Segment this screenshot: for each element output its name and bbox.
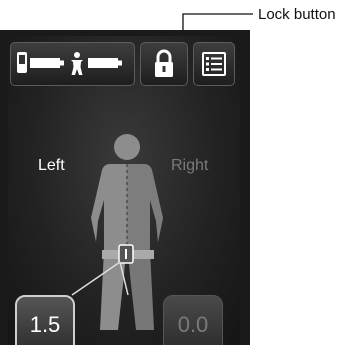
right-value-box[interactable]: 0.0 [163,295,223,345]
left-value: 1.5 [29,312,61,337]
device-frame: Left Right 1.5 0.0 [0,30,250,345]
right-side-label: Right [171,157,209,174]
right-value: 0.0 [177,312,209,337]
left-side-label: Left [38,157,65,174]
left-value-box[interactable]: 1.5 [15,295,75,345]
